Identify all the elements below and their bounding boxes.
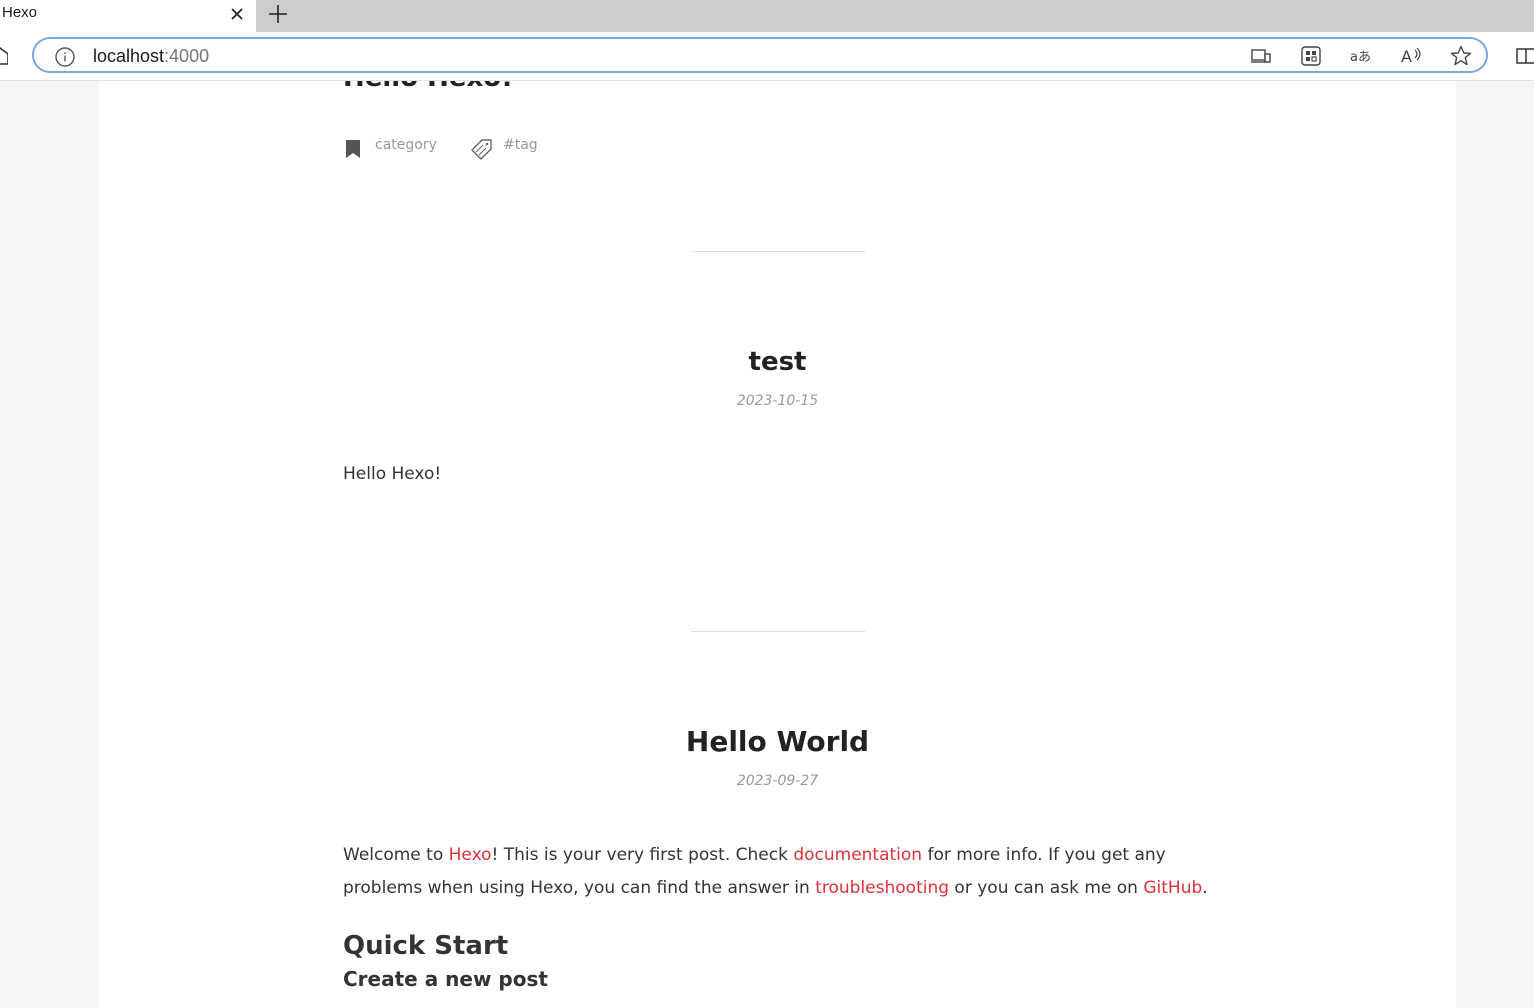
github-link[interactable]: GitHub (1143, 878, 1202, 898)
paragraph-text: or you can ask me on (949, 878, 1144, 898)
read-aloud-icon[interactable]: A (1399, 44, 1423, 68)
hexo-link[interactable]: Hexo (449, 845, 492, 865)
section-heading: Quick Start (343, 931, 509, 961)
translate-icon[interactable]: aあ (1349, 44, 1373, 68)
paragraph-text: ! This is your very first post. Check (491, 845, 794, 865)
post-date: 2023-09-27 (736, 773, 819, 789)
url-port: :4000 (164, 46, 210, 66)
troubleshooting-link[interactable]: troubleshooting (815, 878, 949, 898)
app-available-icon[interactable] (1249, 44, 1273, 68)
post-body: Hello Hexo! (343, 464, 442, 484)
blog-page: Hello Hexo! category #tag test 2023-10-1… (99, 81, 1456, 1008)
post-date: 2023-10-15 (736, 393, 819, 409)
subsection-heading: Create a new post (343, 967, 548, 991)
info-icon[interactable] (54, 46, 76, 68)
tag-icon (471, 139, 492, 160)
tag-link[interactable]: #tag (503, 137, 538, 153)
home-icon[interactable] (0, 46, 8, 66)
paragraph-text: . (1202, 878, 1208, 898)
new-tab-icon[interactable] (266, 2, 290, 26)
post-title[interactable]: Hello World (99, 725, 1456, 758)
previous-post-title[interactable]: Hello Hexo! (343, 81, 513, 93)
qr-code-icon[interactable] (1299, 44, 1323, 68)
documentation-link[interactable]: documentation (793, 845, 922, 865)
url-host: localhost (93, 46, 165, 66)
tab-title: Hexo (2, 4, 38, 21)
close-icon[interactable] (227, 4, 247, 24)
post-divider (691, 251, 865, 252)
split-screen-icon[interactable] (1514, 44, 1534, 68)
paragraph-text: Welcome to (343, 845, 449, 865)
post-divider (691, 631, 865, 632)
svg-text:aあ: aあ (1350, 50, 1371, 65)
bookmark-icon (346, 140, 360, 158)
svg-text:A: A (1401, 47, 1412, 66)
tab-active[interactable] (0, 0, 256, 32)
post-title[interactable]: test (99, 347, 1456, 377)
post-paragraph: Welcome to Hexo! This is your very first… (343, 839, 1243, 905)
url-text[interactable]: localhost:4000 (93, 46, 209, 67)
favorite-star-icon[interactable] (1449, 44, 1473, 68)
category-link[interactable]: category (375, 137, 437, 153)
